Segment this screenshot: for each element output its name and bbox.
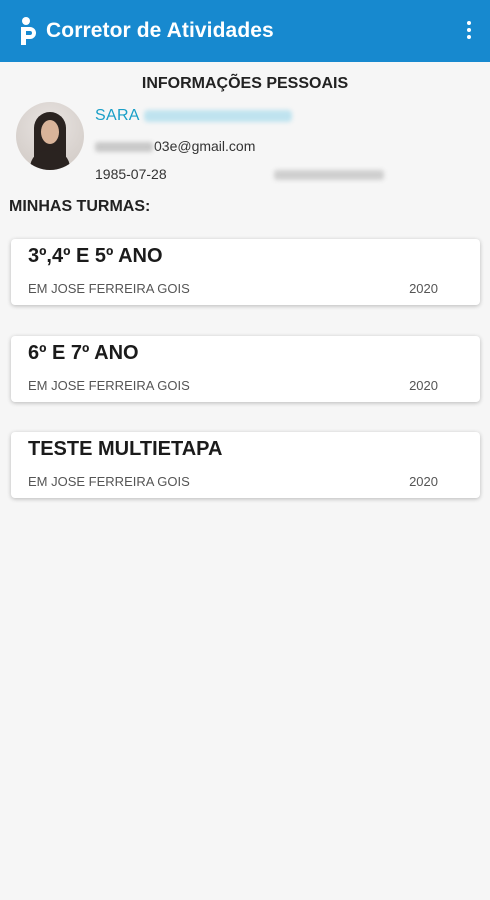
class-year: 2020	[409, 281, 438, 296]
my-classes-title: MINHAS TURMAS:	[9, 198, 151, 215]
class-year: 2020	[409, 378, 438, 393]
more-vert-icon[interactable]	[464, 21, 474, 43]
class-school: EM JOSE FERREIRA GOIS	[28, 378, 190, 393]
class-name: 6º E 7º ANO	[28, 342, 139, 364]
user-email: 03e@gmail.com	[95, 138, 255, 154]
class-year: 2020	[409, 474, 438, 489]
class-card[interactable]: 6º E 7º ANO EM JOSE FERREIRA GOIS 2020	[11, 336, 480, 402]
class-card[interactable]: TESTE MULTIETAPA EM JOSE FERREIRA GOIS 2…	[11, 432, 480, 498]
user-name: SARA	[95, 107, 292, 125]
redacted-surname	[143, 109, 292, 122]
redacted-document-number	[274, 170, 384, 180]
class-school: EM JOSE FERREIRA GOIS	[28, 474, 190, 489]
user-birth-date: 1985-07-28	[95, 166, 167, 182]
user-name-text: SARA	[95, 107, 140, 124]
user-email-text: 03e@gmail.com	[154, 138, 256, 154]
personal-info-title: INFORMAÇÕES PESSOAIS	[141, 75, 349, 92]
class-name: 3º,4º E 5º ANO	[28, 245, 163, 267]
app-bar: Corretor de Atividades	[0, 0, 490, 62]
class-school: EM JOSE FERREIRA GOIS	[28, 281, 190, 296]
app-title: Corretor de Atividades	[46, 19, 274, 42]
class-card[interactable]: 3º,4º E 5º ANO EM JOSE FERREIRA GOIS 202…	[11, 239, 480, 305]
class-name: TESTE MULTIETAPA	[28, 438, 223, 460]
person-logo-icon	[18, 16, 40, 46]
redacted-email-prefix	[95, 142, 153, 153]
avatar	[16, 102, 84, 170]
